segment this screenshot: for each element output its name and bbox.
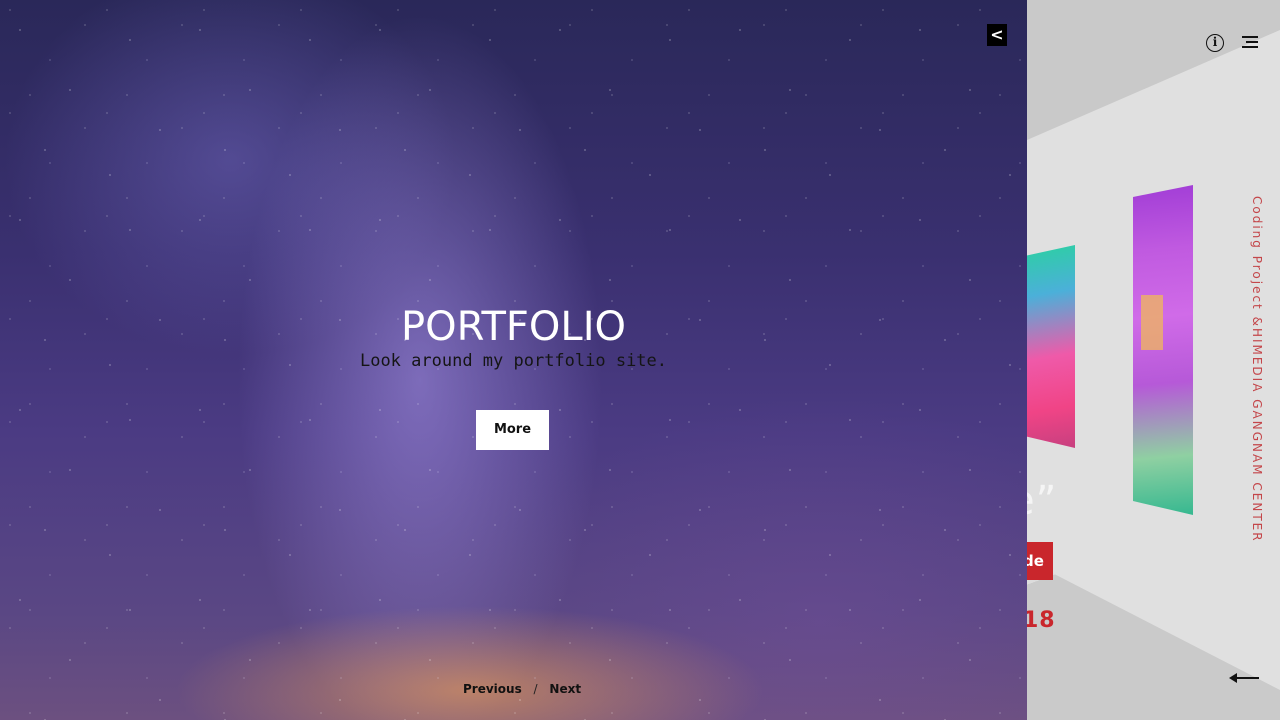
next-button[interactable]: Next (549, 682, 581, 696)
more-button[interactable]: More (476, 410, 549, 450)
page: e” de 18 Coding Project &HIMEDIA GANGNAM… (0, 0, 1280, 720)
previous-button[interactable]: Previous (463, 682, 522, 696)
info-icon[interactable]: i (1206, 34, 1224, 52)
artwork-image-2[interactable] (1133, 185, 1193, 515)
pager-separator: / (533, 681, 538, 696)
slide-pager: Previous / Next (463, 681, 581, 696)
gallery-year-text: 18 (1023, 608, 1056, 633)
menu-line (1242, 46, 1258, 48)
artwork-image-1[interactable] (1020, 245, 1075, 448)
arrow-line (1233, 677, 1259, 679)
hamburger-menu-icon[interactable] (1242, 36, 1258, 49)
menu-line (1246, 41, 1258, 43)
chevron-left-icon[interactable]: < (987, 24, 1007, 46)
menu-line (1242, 36, 1258, 38)
hero-title: PORTFOLIO (401, 304, 626, 350)
hero-slide: < PORTFOLIO Look around my portfolio sit… (0, 0, 1027, 720)
vertical-caption: Coding Project &HIMEDIA GANGNAM CENTER (1250, 196, 1264, 543)
arrow-left-icon[interactable] (1229, 672, 1259, 684)
hero-subtitle: Look around my portfolio site. (359, 351, 668, 371)
